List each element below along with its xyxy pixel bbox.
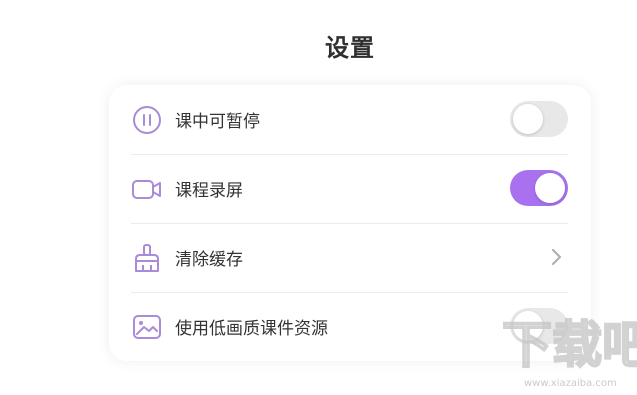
- toggle-knob: [513, 104, 543, 134]
- pause-toggle[interactable]: [510, 101, 568, 137]
- page-title: 设置: [325, 34, 375, 62]
- setting-row-recording: 课程录屏: [131, 154, 568, 224]
- watermark-logo: 下载吧 www.xiazaiba.com: [498, 300, 637, 391]
- setting-row-pause: 课中可暂停: [131, 85, 568, 155]
- watermark-text: 下载吧: [502, 316, 637, 374]
- setting-label: 清除缓存: [175, 250, 243, 270]
- pause-icon: [131, 104, 163, 136]
- setting-row-clear-cache[interactable]: 清除缓存: [131, 223, 568, 293]
- watermark-url: www.xiazaiba.com: [524, 378, 617, 389]
- recording-toggle[interactable]: [510, 170, 568, 206]
- chevron-right-icon: [546, 247, 566, 267]
- image-icon: [131, 311, 163, 343]
- setting-label: 课中可暂停: [175, 112, 260, 132]
- setting-label: 课程录屏: [175, 181, 243, 201]
- broom-icon: [131, 242, 163, 274]
- video-camera-icon: [131, 173, 163, 205]
- toggle-knob: [535, 173, 565, 203]
- setting-label: 使用低画质课件资源: [175, 319, 328, 339]
